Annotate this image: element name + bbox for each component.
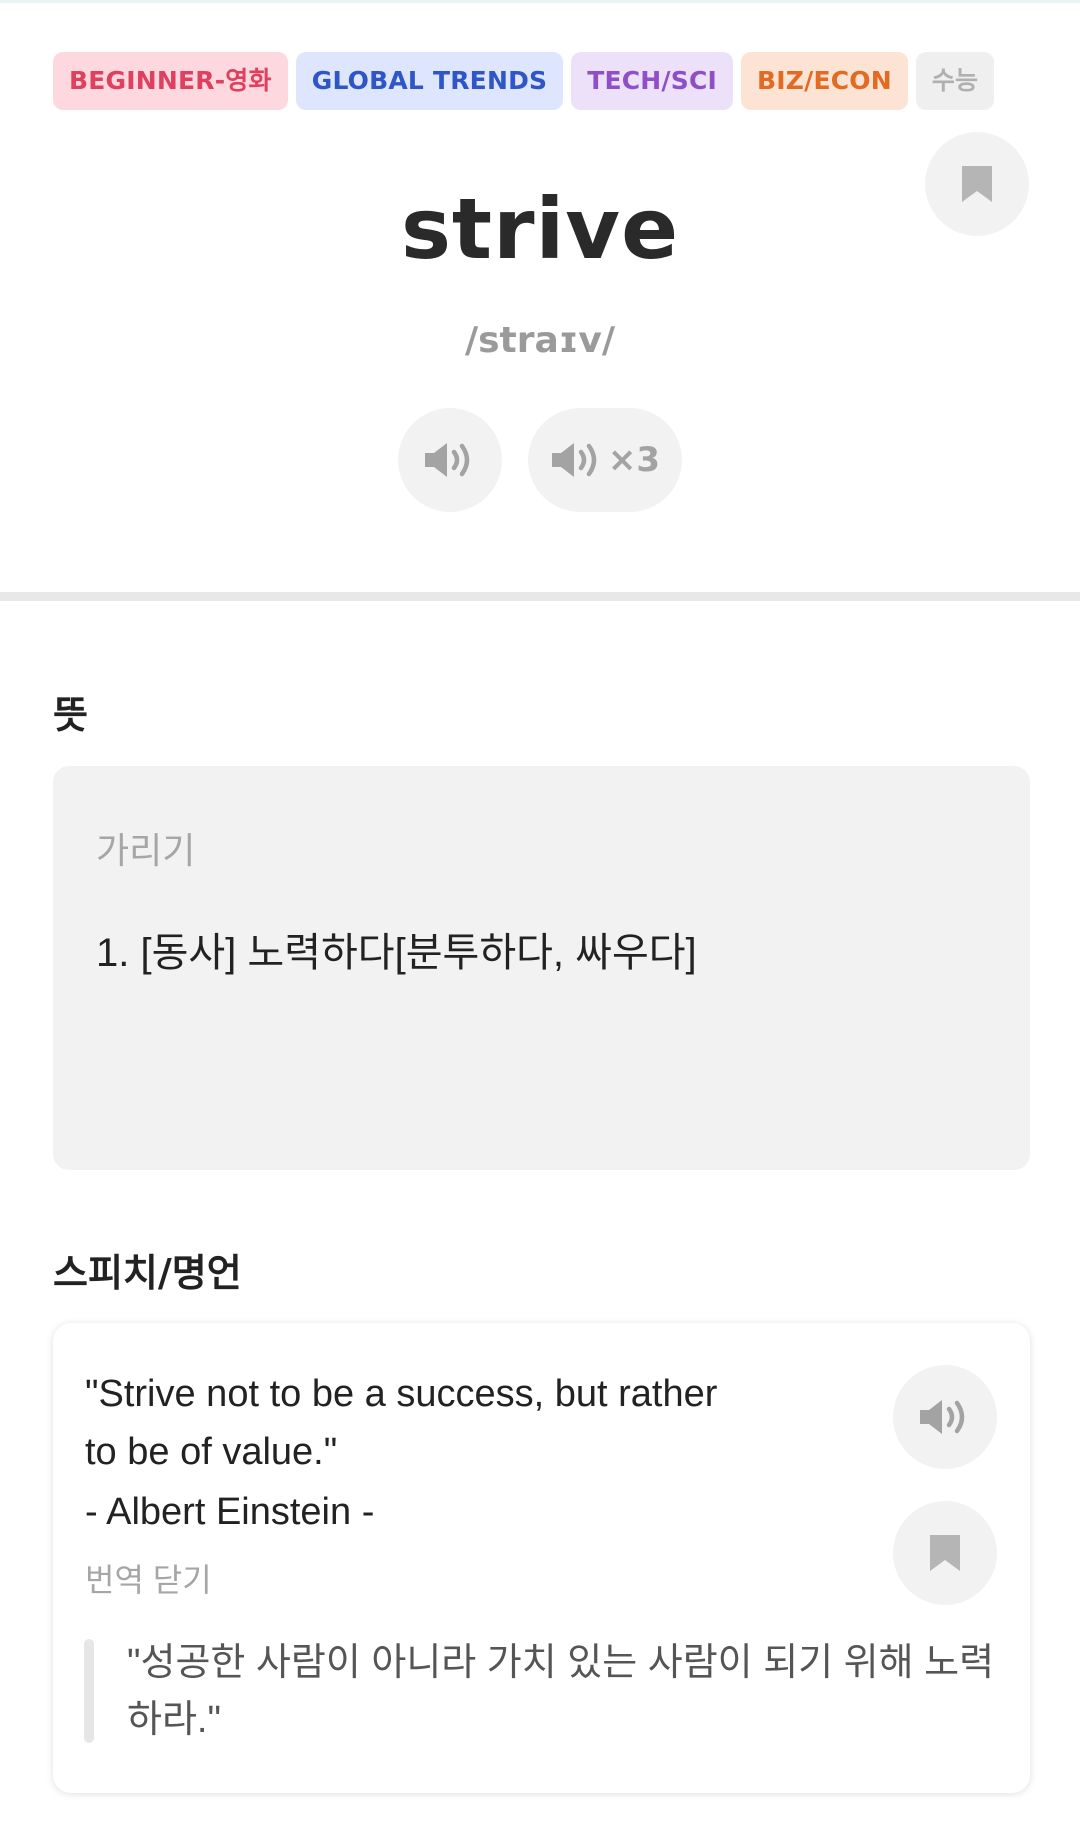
quote-author: - Albert Einstein - <box>85 1491 375 1533</box>
translation-quote-bar <box>84 1639 94 1743</box>
tag-beginner[interactable]: BEGINNER-영화 <box>53 52 288 110</box>
play-quote-audio-button[interactable] <box>893 1365 997 1469</box>
tag-suneung[interactable]: 수능 <box>915 52 995 110</box>
section-divider <box>0 592 1080 601</box>
speaker-icon <box>920 1400 965 1434</box>
meaning-definition: 1. [동사] 노력하다[분투하다, 싸우다] <box>96 931 697 975</box>
speaker-icon <box>551 443 597 477</box>
bookmark-icon <box>930 1535 960 1571</box>
quote-translation: "성공한 사람이 아니라 가치 있는 사람이 되기 위해 노력하라." <box>127 1642 995 1741</box>
speaker-icon <box>425 443 470 477</box>
hide-meaning-button[interactable]: 가리기 <box>96 822 195 874</box>
close-translation-button[interactable]: 번역 닫기 <box>85 1555 212 1601</box>
audio-controls: ×3 <box>0 408 1080 512</box>
bookmark-quote-button[interactable] <box>893 1501 997 1605</box>
play-audio-button[interactable] <box>398 408 502 512</box>
repeat-count-label: ×3 <box>607 440 661 480</box>
quote-text: "Strive not to be a success, but rather … <box>85 1373 718 1473</box>
play-audio-repeat-button[interactable]: ×3 <box>528 408 682 512</box>
tag-global-trends[interactable]: GLOBAL TRENDS <box>295 52 564 110</box>
meaning-section-title: 뜻 <box>53 693 88 737</box>
speech-section-title: 스피치/명언 <box>53 1251 242 1295</box>
phonetic: /straɪv/ <box>464 320 616 361</box>
vocab-word: strive <box>400 180 680 278</box>
tag-biz-econ[interactable]: BIZ/ECON <box>741 52 908 110</box>
meaning-box: 가리기 1. [동사] 노력하다[분투하다, 싸우다] <box>53 766 1030 1170</box>
tag-tech-sci[interactable]: TECH/SCI <box>571 52 734 110</box>
category-tags: BEGINNER-영화 GLOBAL TRENDS TECH/SCI BIZ/E… <box>53 52 995 110</box>
top-edge-line <box>0 0 1080 3</box>
quote-card: "Strive not to be a success, but rather … <box>53 1323 1030 1793</box>
